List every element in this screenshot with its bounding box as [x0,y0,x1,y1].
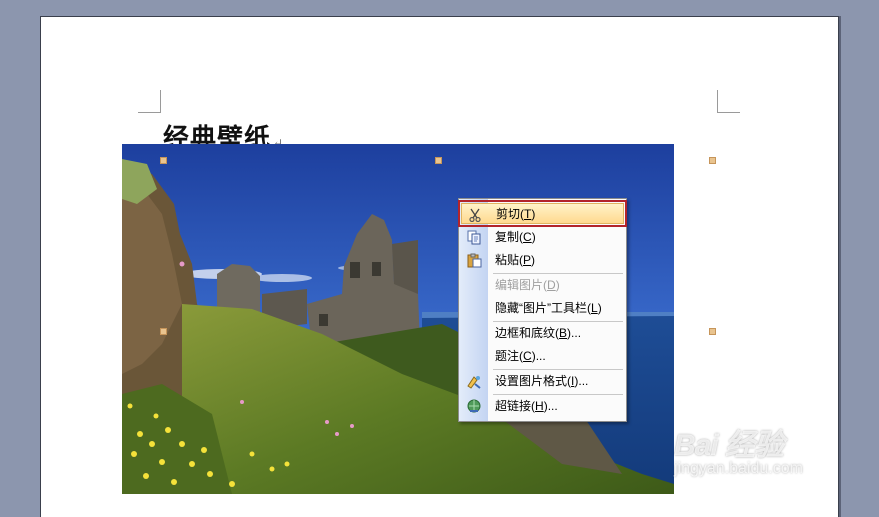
menu-separator [493,273,623,274]
menu-item-edit-picture[interactable]: 编辑图片(D) [461,275,624,296]
menu-item-hyperlink[interactable]: 超链接(H)... [461,396,624,417]
resize-handle-middle-left[interactable] [160,328,167,335]
baidu-jingyan-watermark: Bai 经验 jingyan.baidu.com [674,420,844,478]
watermark-url: jingyan.baidu.com [674,460,803,477]
menu-item-caption[interactable]: 题注(C)... [461,346,624,367]
hyperlink-icon [465,398,483,415]
scissors-icon [466,206,484,223]
menu-item-borders-shading[interactable]: 边框和底纹(B)... [461,323,624,344]
margin-corner-mark-left [138,90,161,113]
resize-handle-top-right[interactable] [709,157,716,164]
resize-handle-middle-right[interactable] [709,328,716,335]
menu-item-label: 设置图片格式(I)... [495,374,589,388]
menu-item-paste[interactable]: 粘贴(P) [461,250,624,271]
resize-handle-top-left[interactable] [160,157,167,164]
menu-item-copy[interactable]: 复制(C) [461,227,624,248]
menu-item-label: 题注(C)... [495,349,546,363]
paste-icon [465,252,483,269]
resize-handle-top-center[interactable] [435,157,442,164]
context-menu: 剪切(T) 复制(C) 粘贴(P) 编辑图片(D) 隐藏“图片”工具栏(L) 边… [458,198,627,422]
menu-item-hide-picture-toolbar[interactable]: 隐藏“图片”工具栏(L) [461,298,624,319]
menu-item-label: 边框和底纹(B)... [495,326,582,340]
copy-icon [465,229,483,246]
menu-item-label: 隐藏“图片”工具栏(L) [495,301,602,315]
menu-item-label: 超链接(H)... [495,399,558,413]
format-picture-icon [465,373,483,390]
menu-separator [493,394,623,395]
menu-separator [493,321,623,322]
watermark-logo: Bai 经验 [674,429,784,462]
menu-item-format-picture[interactable]: 设置图片格式(I)... [461,371,624,392]
menu-item-label: 剪切(T) [496,207,536,221]
menu-item-label: 复制(C) [495,230,536,244]
menu-separator [493,369,623,370]
menu-item-label: 粘贴(P) [495,253,536,267]
menu-item-cut[interactable]: 剪切(T) [458,200,627,227]
margin-corner-mark-right [717,90,740,113]
menu-item-label: 编辑图片(D) [495,278,560,292]
